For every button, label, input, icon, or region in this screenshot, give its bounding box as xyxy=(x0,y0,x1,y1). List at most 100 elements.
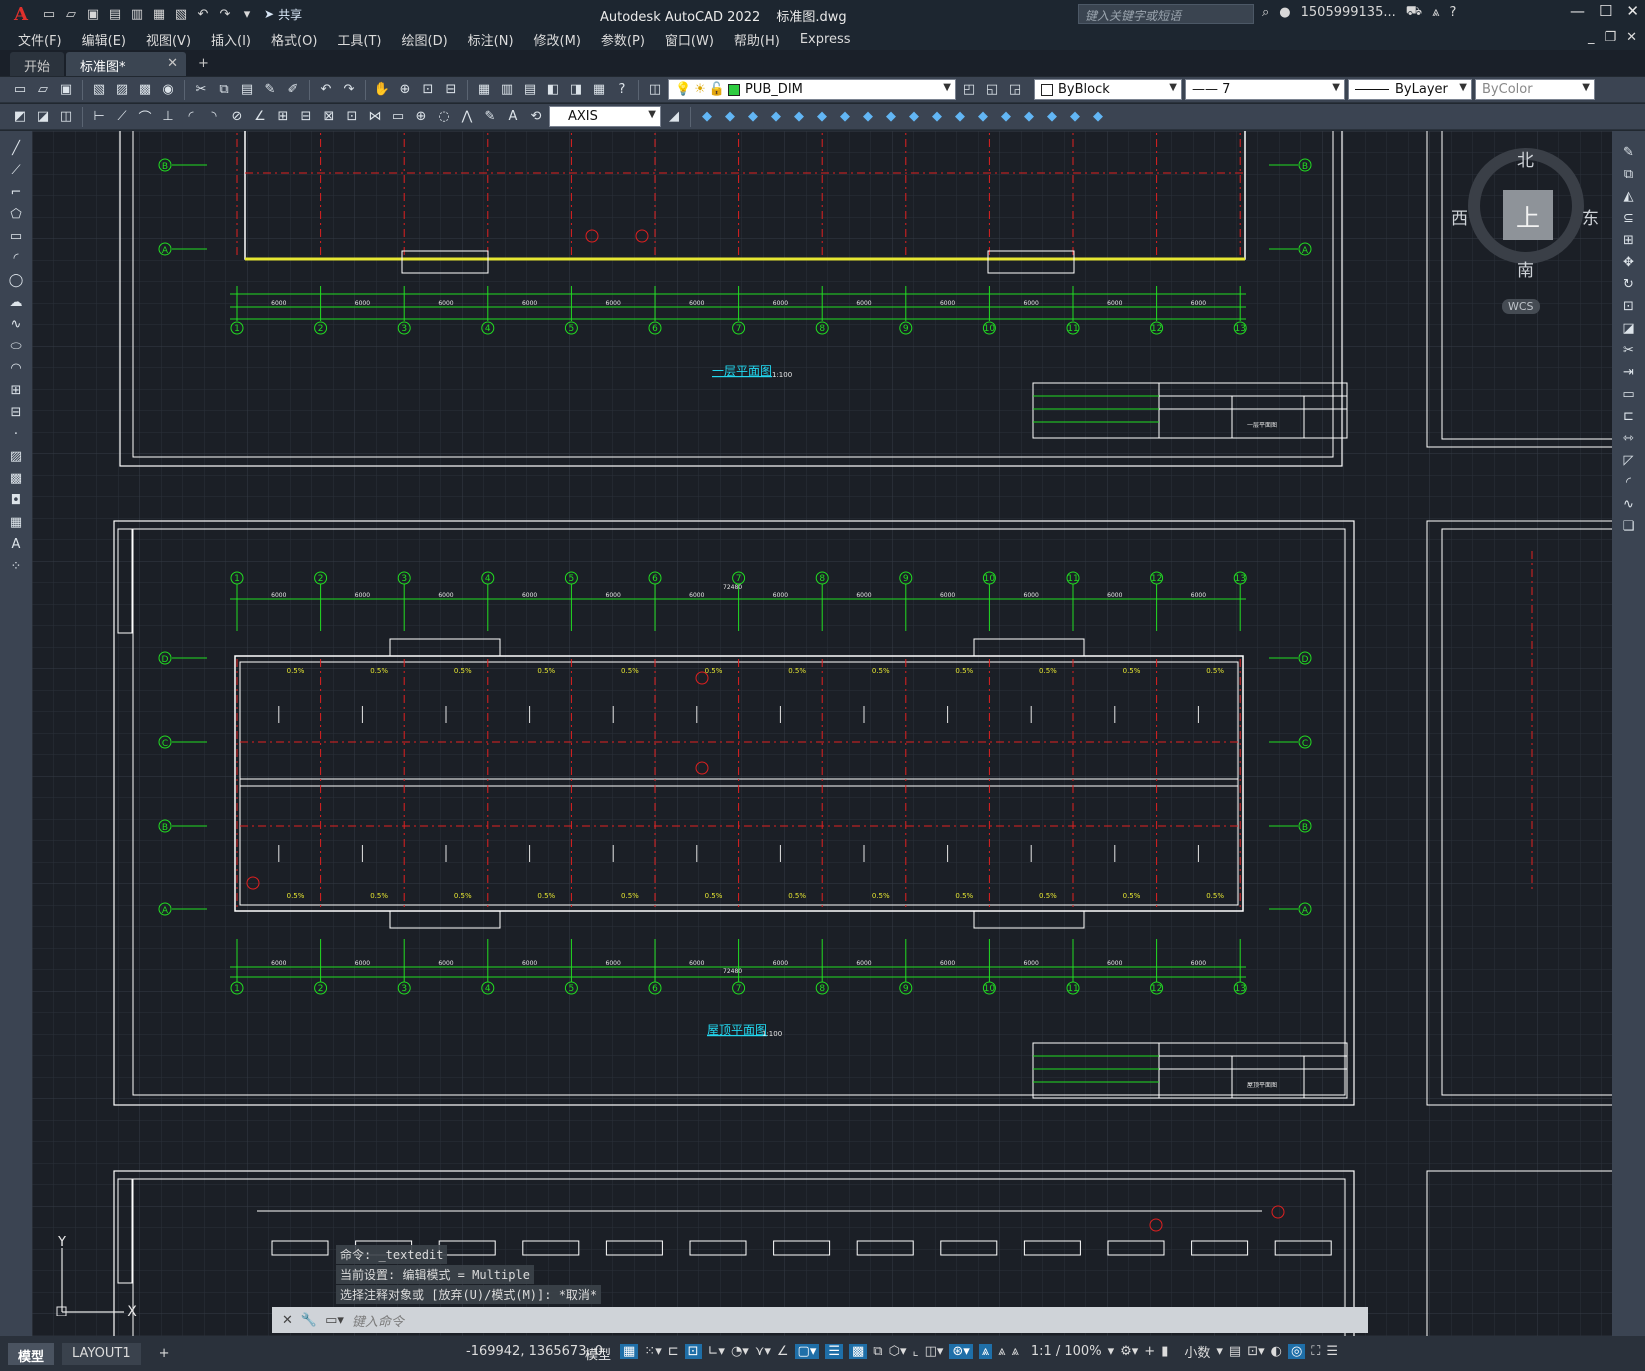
3d-print-icon[interactable]: ◉ xyxy=(158,80,178,100)
make-current-layer-icon[interactable]: ◰ xyxy=(959,80,979,100)
modify-stretch-icon[interactable]: ◆ xyxy=(858,107,878,127)
annotation-scale-icon[interactable]: ⩓ xyxy=(1011,1344,1018,1359)
lineweight-dropdown[interactable]: ByLayer ▼ xyxy=(1348,79,1472,100)
copy-icon[interactable]: ⧉ xyxy=(214,80,234,100)
baseline-dim-icon[interactable]: ⊟ xyxy=(296,107,316,127)
close-command-icon[interactable]: ✕ xyxy=(282,1313,293,1328)
infer-constraints-icon[interactable]: ⊏ xyxy=(668,1344,679,1359)
autodesk-app-icon[interactable]: ⩓ xyxy=(1432,5,1439,20)
ellipse-arc-icon[interactable]: ◠ xyxy=(5,359,27,377)
menu-window[interactable]: 窗口(W) xyxy=(665,30,726,49)
modify-trim-icon[interactable]: ◆ xyxy=(881,107,901,127)
dim-text-edit-icon[interactable]: A xyxy=(503,107,523,127)
inspection-icon[interactable]: ◌ xyxy=(434,107,454,127)
mirror-icon[interactable]: ◭ xyxy=(1618,187,1640,205)
snap-toggle-icon[interactable]: ⁙▾ xyxy=(644,1344,661,1359)
scale-icon[interactable]: ⊡ xyxy=(1618,297,1640,315)
tab-model[interactable]: 模型 xyxy=(8,1342,55,1365)
save-icon[interactable]: ▣ xyxy=(84,5,102,23)
doc-minimize-icon[interactable]: _ xyxy=(1588,30,1595,45)
break-icon[interactable]: ⊏ xyxy=(1618,407,1640,425)
chamfer-icon[interactable]: ◸ xyxy=(1618,451,1640,469)
viewcube-east[interactable]: 东 xyxy=(1582,204,1599,229)
arc-icon[interactable]: ◜ xyxy=(5,249,27,267)
lock-ui-icon[interactable]: ⊡▾ xyxy=(1247,1344,1264,1359)
cart-icon[interactable]: ⛟ xyxy=(1406,4,1422,21)
new-file-icon[interactable]: ▭ xyxy=(40,5,58,23)
customize-qat-icon[interactable]: ▾ xyxy=(238,5,256,23)
modify-extend-icon[interactable]: ◆ xyxy=(904,107,924,127)
center-mark-icon[interactable]: ⊕ xyxy=(411,107,431,127)
trim-icon[interactable]: ✂ xyxy=(1618,341,1640,359)
match-properties-icon[interactable]: ✎ xyxy=(260,80,280,100)
multiline-text-icon[interactable]: A xyxy=(5,535,27,553)
gradient-icon[interactable]: ▩ xyxy=(5,469,27,487)
workspace-gear-icon[interactable]: ⚙▾ xyxy=(1120,1344,1138,1359)
radius-dim-icon[interactable]: ◜ xyxy=(181,107,201,127)
ordinate-dim-icon[interactable]: ⊥ xyxy=(158,107,178,127)
block-editor-icon[interactable]: ✐ xyxy=(283,80,303,100)
transparency-toggle-icon[interactable]: ▩ xyxy=(849,1344,868,1359)
save-as-icon[interactable]: ▤ xyxy=(106,5,124,23)
object-snap-tracking-icon[interactable]: ∠ xyxy=(777,1344,789,1359)
linetype-dropdown[interactable]: —— 7 ▼ xyxy=(1185,79,1345,100)
calculator-icon[interactable]: ▦ xyxy=(589,80,609,100)
dim-break-icon[interactable]: ⋈ xyxy=(365,107,385,127)
selection-cycling-icon[interactable]: ⧉ xyxy=(873,1344,882,1359)
menu-modify[interactable]: 修改(M) xyxy=(534,30,593,49)
wcs-menu[interactable]: WCS xyxy=(1502,299,1540,314)
layer-walk-icon[interactable]: ◫ xyxy=(56,107,76,127)
viewcube-south[interactable]: 南 xyxy=(1517,256,1534,281)
menu-insert[interactable]: 插入(I) xyxy=(211,30,263,49)
plot-preview-icon[interactable]: ▨ xyxy=(112,80,132,100)
table-icon[interactable]: ▦ xyxy=(5,513,27,531)
save-icon[interactable]: ▣ xyxy=(56,80,76,100)
circle-icon[interactable]: ◯ xyxy=(5,271,27,289)
help-search-input[interactable]: 键入关键字或短语 xyxy=(1078,4,1254,24)
application-menu-button[interactable]: A xyxy=(6,2,36,26)
tool-palettes-icon[interactable]: ▤ xyxy=(520,80,540,100)
plotstyle-dropdown[interactable]: ByColor ▼ xyxy=(1475,79,1595,100)
arc-length-icon[interactable]: ⌒ xyxy=(135,107,155,127)
viewcube-top-face[interactable]: 上 xyxy=(1503,190,1553,240)
array-icon[interactable]: ⊞ xyxy=(1618,231,1640,249)
dynamic-ucs-icon[interactable]: ⌞ xyxy=(912,1344,918,1359)
fillet-icon[interactable]: ◜ xyxy=(1618,473,1640,491)
annotation-monitor-icon[interactable]: + xyxy=(1144,1344,1155,1359)
diameter-dim-icon[interactable]: ⊘ xyxy=(227,107,247,127)
selection-filter-icon[interactable]: ◫▾ xyxy=(925,1344,944,1359)
help-icon[interactable]: ? xyxy=(1449,5,1456,20)
doc-close-icon[interactable]: ✕ xyxy=(1626,30,1637,45)
region-icon[interactable]: ◘ xyxy=(5,491,27,509)
color-dropdown[interactable]: ByBlock ▼ xyxy=(1034,79,1182,100)
zoom-realtime-icon[interactable]: ⊕ xyxy=(395,80,415,100)
menu-tools[interactable]: 工具(T) xyxy=(337,30,393,49)
explode-icon[interactable]: ❏ xyxy=(1618,517,1640,535)
chevron-down-icon[interactable]: ▾ xyxy=(1216,1344,1223,1359)
menu-draw[interactable]: 绘图(D) xyxy=(402,30,460,49)
modify-copy-icon[interactable]: ◆ xyxy=(697,107,717,127)
recent-commands-icon[interactable]: ▭▾ xyxy=(325,1313,344,1328)
user-icon[interactable]: ● xyxy=(1279,5,1290,20)
ortho-toggle-icon[interactable]: ∟▾ xyxy=(708,1344,725,1359)
sheet-set-icon[interactable]: ◧ xyxy=(543,80,563,100)
layer-previous-icon[interactable]: ◱ xyxy=(982,80,1002,100)
quick-dim-icon[interactable]: ⊞ xyxy=(273,107,293,127)
modify-rotate-icon[interactable]: ◆ xyxy=(812,107,832,127)
add-selected-icon[interactable]: ⁘ xyxy=(5,557,27,575)
menu-help[interactable]: 帮助(H) xyxy=(734,30,792,49)
model-space-button[interactable]: 模型 xyxy=(585,1344,611,1363)
command-line[interactable]: ✕ 🔧 ▭▾ 键入命令 xyxy=(272,1307,1368,1333)
isodraft-icon[interactable]: ⋎▾ xyxy=(755,1344,771,1359)
modify-move-icon[interactable]: ◆ xyxy=(789,107,809,127)
modify-scale-icon[interactable]: ◆ xyxy=(835,107,855,127)
layer-state-icon[interactable]: ◲ xyxy=(1005,80,1025,100)
user-name[interactable]: 1505999135... xyxy=(1301,5,1396,20)
menu-dimension[interactable]: 标注(N) xyxy=(468,30,526,49)
construction-line-icon[interactable]: ⟋ xyxy=(5,161,27,179)
open-file-icon[interactable]: ▱ xyxy=(62,5,80,23)
rotate-icon[interactable]: ↻ xyxy=(1618,275,1640,293)
viewcube[interactable]: 上 北 南 东 西 xyxy=(1451,146,1599,281)
viewcube-north[interactable]: 北 xyxy=(1517,146,1534,171)
modify-explode-icon[interactable]: ◆ xyxy=(1019,107,1039,127)
